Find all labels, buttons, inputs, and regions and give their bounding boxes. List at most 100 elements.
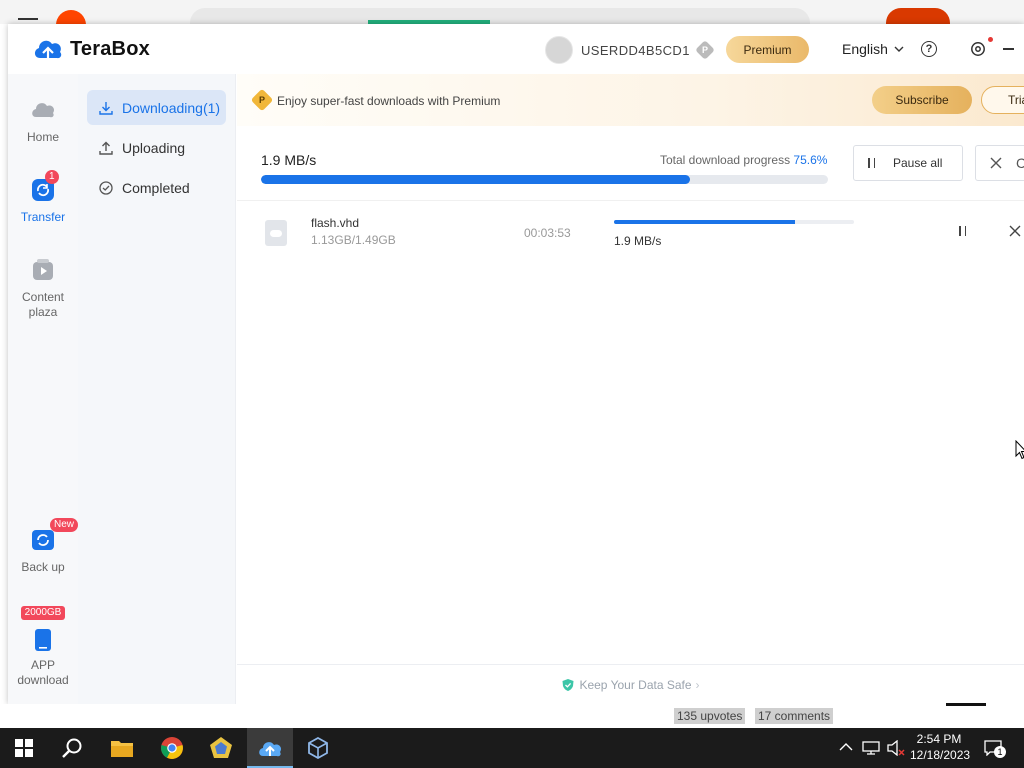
new-badge: New	[50, 518, 79, 532]
search-icon[interactable]	[58, 734, 86, 762]
notification-center-icon[interactable]: 1	[984, 740, 1006, 758]
nav-home-label: Home	[26, 130, 59, 144]
transfer-subnav: Downloading(1) Uploading Completed	[78, 74, 236, 704]
total-speed: 1.9 MB/s	[261, 152, 317, 168]
nav-home[interactable]: Home	[8, 98, 78, 145]
total-progress-percent: 75.6%	[793, 153, 828, 167]
terabox-taskbar-icon[interactable]	[256, 734, 284, 762]
premium-banner: P Enjoy super-fast downloads with Premiu…	[237, 74, 1024, 126]
footer-text: Keep Your Data Safe	[579, 677, 692, 692]
cloud-icon	[30, 98, 56, 124]
help-icon[interactable]: ?	[921, 41, 937, 57]
subnav-downloading-label: Downloading(1)	[122, 99, 221, 116]
virtualbox-icon[interactable]	[304, 734, 332, 762]
language-select[interactable]: English	[842, 41, 904, 57]
footer[interactable]: Keep Your Data Safe ›	[237, 664, 1024, 704]
nav-content-plaza-label: Content plaza	[21, 290, 65, 319]
subnav-downloading[interactable]: Downloading(1)	[87, 90, 226, 125]
cancel-all-button[interactable]: C	[975, 145, 1024, 181]
download-summary: 1.9 MB/s Total download progress 75.6% P…	[237, 126, 1024, 201]
total-progress-text: Total download progress 75.6%	[660, 153, 827, 167]
nav-app-download[interactable]: 2000GB APP download	[8, 606, 78, 688]
nav-content-plaza[interactable]: Content plaza	[8, 258, 78, 320]
subnav-uploading-label: Uploading	[122, 139, 186, 156]
windows-start-icon[interactable]	[10, 734, 38, 762]
background-red-button	[886, 8, 950, 24]
subnav-completed[interactable]: Completed	[87, 170, 226, 205]
premium-status-icon: P	[694, 40, 715, 60]
taskbar: 2:54 PM 12/18/2023 1	[0, 728, 1024, 768]
brand: TeraBox	[32, 36, 150, 62]
file-speed: 1.9 MB/s	[614, 234, 662, 248]
premium-p-icon: P	[250, 88, 274, 112]
nav-backup[interactable]: New Back up	[8, 518, 79, 575]
file-name: flash.vhd	[311, 216, 360, 230]
background-search-bar	[190, 8, 810, 24]
nav-app-download-label: APP download	[17, 658, 69, 687]
pause-all-label: Pause all	[893, 156, 943, 170]
download-icon	[99, 101, 113, 115]
settings-icon[interactable]	[970, 41, 986, 57]
nav-transfer-label: Transfer	[20, 210, 66, 224]
trial-button[interactable]: Tria	[981, 86, 1024, 114]
chevron-up-icon[interactable]	[839, 742, 853, 752]
left-nav: Home 1 Transfer Content plaza New Back u…	[8, 74, 79, 704]
menu-icon	[18, 18, 38, 20]
mouse-cursor-icon	[1015, 440, 1024, 460]
nav-backup-label: Back up	[21, 560, 65, 574]
file-progress-fill	[614, 220, 796, 224]
upload-icon	[99, 141, 113, 155]
nav-transfer[interactable]: 1 Transfer	[8, 170, 78, 225]
cloud-logo-icon	[34, 40, 62, 59]
chrome-icon[interactable]	[158, 734, 186, 762]
cancel-download-icon[interactable]	[1008, 224, 1022, 238]
background-divider	[946, 703, 986, 706]
language-value: English	[842, 41, 888, 57]
volume-muted-icon[interactable]	[886, 740, 906, 756]
notification-dot	[988, 37, 993, 42]
total-progress-bar	[261, 175, 828, 184]
premium-p-letter: P	[258, 94, 266, 105]
network-icon[interactable]	[862, 740, 880, 756]
pause-all-button[interactable]: Pause all	[853, 145, 963, 181]
storage-badge: 2000GB	[20, 606, 66, 620]
play-icon	[30, 258, 56, 284]
user-account[interactable]: USERDD4B5CD1 P	[545, 36, 715, 64]
file-size: 1.13GB/1.49GB	[311, 233, 396, 247]
help-icon-glyph: ?	[925, 43, 933, 55]
sync-icon: 1	[30, 170, 59, 204]
clock-date: 12/18/2023	[910, 748, 971, 762]
file-explorer-icon[interactable]	[108, 734, 136, 762]
file-type-icon	[265, 220, 287, 246]
background-page-strip	[0, 704, 1024, 728]
subnav-completed-label: Completed	[122, 179, 190, 196]
minimize-icon[interactable]	[1003, 48, 1014, 50]
user-name[interactable]: USERDD4B5CD1	[581, 43, 690, 58]
notification-count: 1	[994, 746, 1006, 758]
total-progress-fill	[261, 175, 690, 184]
pentagon-app-icon[interactable]	[207, 734, 235, 762]
clock-time: 2:54 PM	[916, 732, 962, 746]
chevron-right-icon: ›	[695, 677, 700, 692]
download-row[interactable]: flash.vhd 1.13GB/1.49GB 00:03:53 1.9 MB/…	[237, 202, 1024, 262]
premium-button[interactable]: Premium	[726, 36, 809, 63]
transfer-count-badge: 1	[45, 170, 59, 184]
chevron-down-icon	[894, 46, 904, 52]
banner-text: Enjoy super-fast downloads with Premium	[277, 94, 501, 108]
check-circle-icon	[99, 180, 113, 195]
backup-icon: New	[30, 518, 79, 554]
background-comments: 17 comments	[755, 708, 834, 724]
avatar[interactable]	[545, 36, 573, 64]
file-progress-bar	[614, 220, 854, 224]
cancel-all-label: C	[1016, 155, 1024, 171]
brand-name: TeraBox	[70, 37, 150, 60]
background-browser-header	[0, 0, 1024, 24]
subscribe-button[interactable]: Subscribe	[872, 86, 972, 114]
system-clock[interactable]: 2:54 PM 12/18/2023	[910, 731, 971, 763]
pause-icon	[868, 158, 875, 168]
total-progress-label: Total download progress	[660, 153, 791, 167]
close-icon	[990, 157, 1002, 169]
pause-download-icon[interactable]	[959, 226, 966, 236]
subnav-uploading[interactable]: Uploading	[87, 130, 226, 165]
phone-icon	[30, 628, 56, 654]
